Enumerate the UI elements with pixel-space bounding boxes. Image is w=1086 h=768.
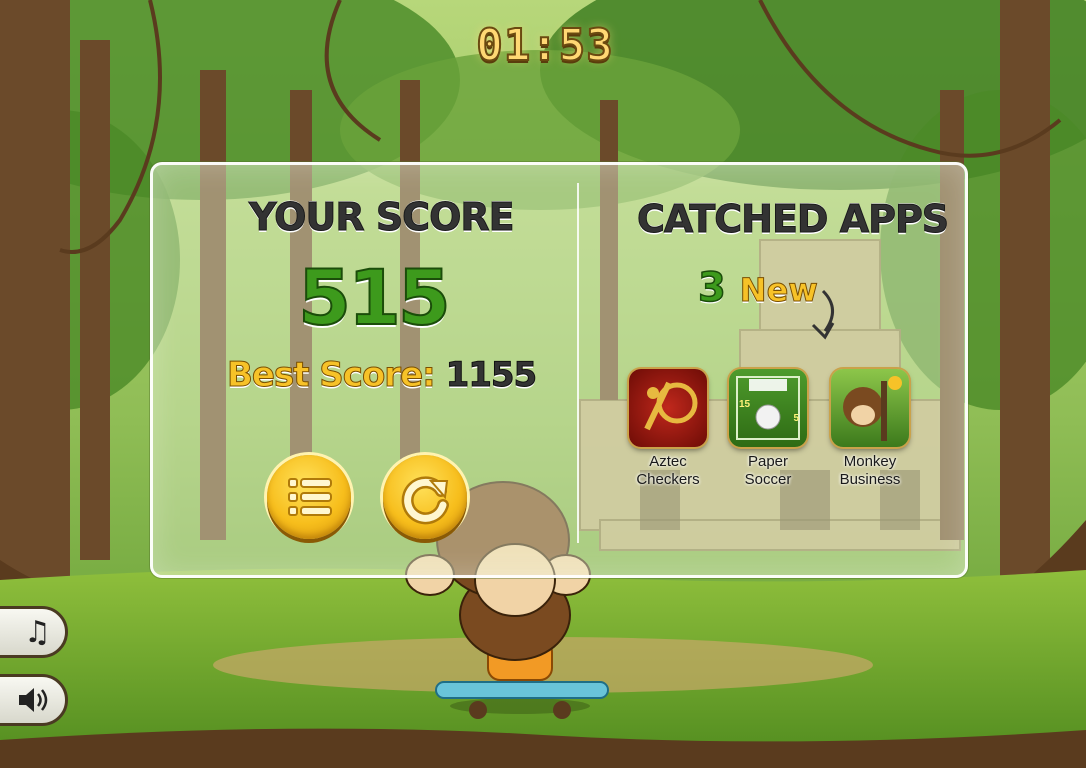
best-score-label: Best Score:: [227, 355, 437, 396]
soccer-score-right: 5: [793, 413, 799, 424]
app-label: Monkey Business: [839, 453, 901, 488]
menu-button[interactable]: [267, 455, 351, 539]
replay-icon: [401, 476, 449, 525]
score-value: 515: [297, 252, 452, 343]
results-panel: YOUR SCORE 515 Best Score: 1155 CATCHED …: [150, 162, 968, 578]
app-label: Paper Soccer: [744, 453, 792, 488]
app-monkey-business[interactable]: Monkey Business: [825, 369, 915, 489]
list-icon: [288, 478, 332, 516]
curved-arrow-icon: [811, 289, 835, 340]
speaker-icon: [19, 688, 48, 712]
new-apps-count: 3 New: [697, 264, 818, 312]
sound-toggle-button[interactable]: [0, 674, 68, 726]
countdown-timer: 01:53: [475, 19, 614, 72]
music-toggle-button[interactable]: ♫: [0, 606, 68, 658]
new-count: 3: [697, 264, 726, 312]
monkey-business-icon: [831, 369, 909, 447]
your-score-heading: YOUR SCORE: [249, 195, 516, 240]
app-aztec-checkers[interactable]: Aztec Checkers: [623, 369, 713, 489]
best-score-value: 1155: [445, 355, 538, 396]
soccer-score-left: 15: [739, 399, 751, 410]
panel-divider: [577, 183, 579, 543]
aztec-checkers-icon: [629, 369, 707, 447]
app-paper-soccer[interactable]: 15 5 Paper Soccer: [723, 369, 813, 489]
catched-apps-heading: CATCHED APPS: [636, 197, 949, 242]
music-note-icon: ♫: [24, 614, 51, 650]
best-score: Best Score: 1155: [227, 355, 538, 396]
paper-soccer-icon: 15 5: [729, 369, 807, 447]
replay-button[interactable]: [383, 455, 467, 539]
app-label: Aztec Checkers: [636, 453, 700, 488]
